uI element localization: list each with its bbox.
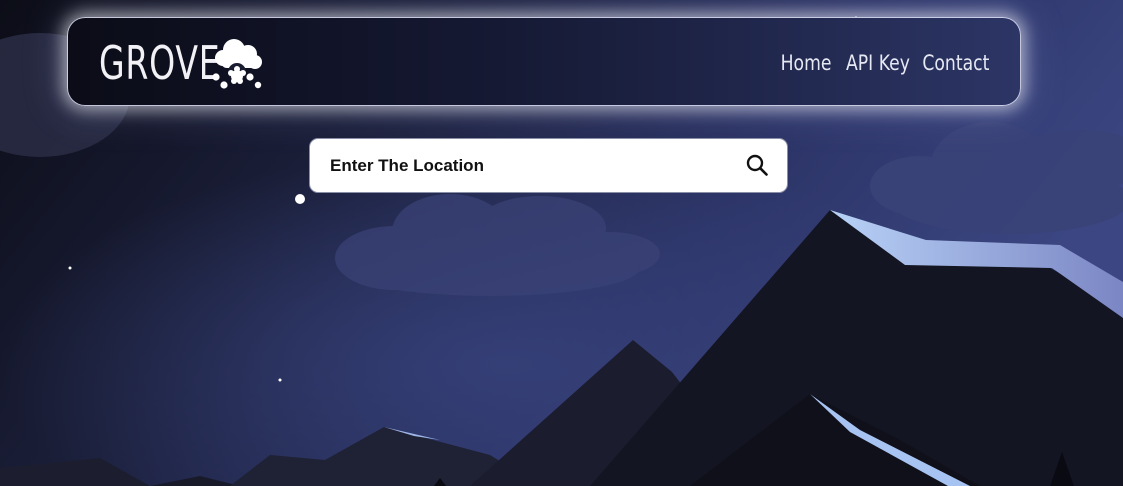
nav-link-api-key[interactable]: API Key <box>846 50 910 76</box>
nav-link-home[interactable]: Home <box>781 50 832 76</box>
snow-cloud-icon <box>212 39 262 89</box>
brand[interactable]: GROVE <box>99 36 262 90</box>
navbar: GROVE Home API Key Contact <box>67 17 1021 106</box>
nav-item-api-key[interactable]: API Key <box>839 50 911 76</box>
nav-item-contact[interactable]: Contact <box>915 50 991 76</box>
weather-app-page: GROVE Home API Key Contact Enter The Loc… <box>0 0 1123 486</box>
search-icon[interactable] <box>745 153 769 177</box>
brand-name: GROVE <box>99 36 221 90</box>
nav-item-home[interactable]: Home <box>775 50 837 76</box>
location-search-bar <box>309 138 788 193</box>
nav-link-contact[interactable]: Contact <box>922 50 989 76</box>
location-search-input[interactable] <box>330 139 730 192</box>
main-nav: Home API Key Contact <box>775 50 991 76</box>
